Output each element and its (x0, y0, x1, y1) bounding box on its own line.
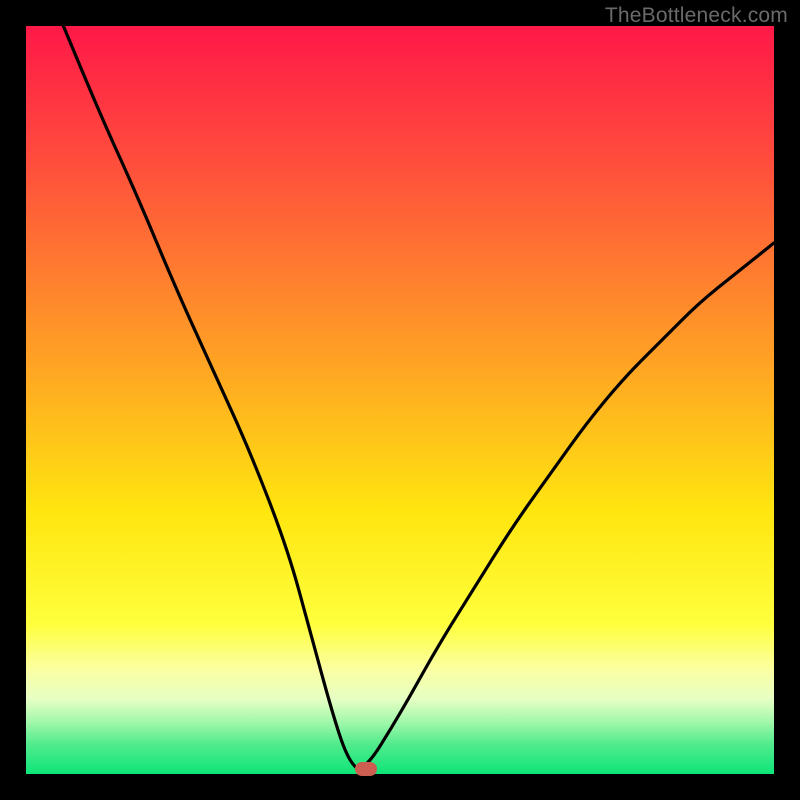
watermark-text: TheBottleneck.com (605, 4, 788, 28)
chart-frame: TheBottleneck.com (0, 0, 800, 800)
optimal-point-marker (355, 762, 377, 776)
plot-area (26, 26, 774, 774)
bottleneck-curve (26, 26, 774, 774)
